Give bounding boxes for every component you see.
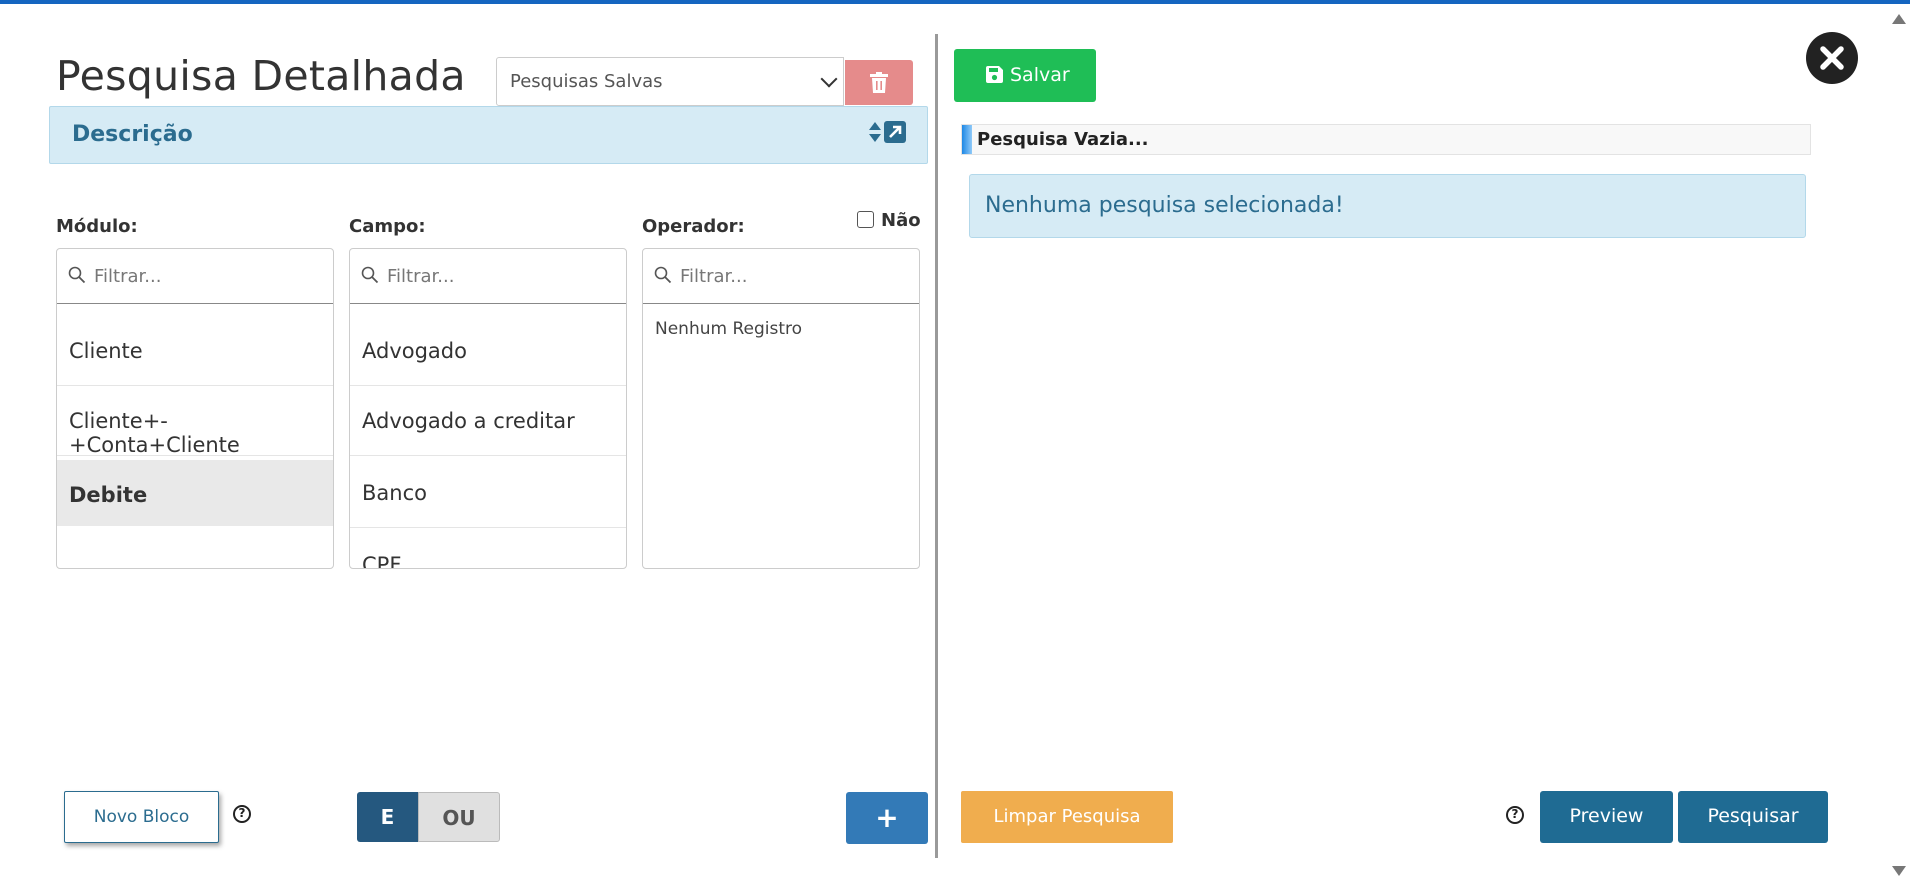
sort-expand-icon[interactable]: [869, 120, 907, 150]
delete-saved-search-button[interactable]: [845, 60, 913, 105]
module-filter-placeholder: Filtrar...: [94, 266, 162, 287]
help-icon[interactable]: ?: [1506, 806, 1524, 824]
info-message: Nenhuma pesquisa selecionada!: [985, 193, 1344, 218]
search-icon: [361, 266, 379, 284]
module-list-item[interactable]: Cliente+-+Conta+Cliente: [57, 386, 333, 457]
logic-or-toggle[interactable]: OU: [418, 792, 500, 842]
save-icon: [986, 66, 1003, 83]
module-filter-input[interactable]: Filtrar...: [57, 249, 333, 304]
clear-search-button[interactable]: Limpar Pesquisa: [961, 791, 1173, 843]
scroll-down-arrow[interactable]: [1892, 866, 1906, 876]
panel-divider: [935, 34, 938, 858]
preview-button[interactable]: Preview: [1540, 791, 1673, 843]
operator-filter-input[interactable]: Filtrar...: [643, 249, 919, 304]
module-list-item[interactable]: Cliente: [57, 316, 333, 386]
search-title: Pesquisa Vazia...: [977, 129, 1149, 150]
search-button[interactable]: Pesquisar: [1678, 791, 1828, 843]
scroll-up-arrow[interactable]: [1892, 14, 1906, 24]
field-filter-placeholder: Filtrar...: [387, 266, 455, 287]
search-icon: [654, 266, 672, 284]
search-header-accent: [962, 125, 972, 154]
module-list-item-selected[interactable]: Debite: [57, 460, 333, 526]
search-query-header: Pesquisa Vazia...: [961, 124, 1811, 155]
field-list: Filtrar... Advogado Advogado a creditar …: [349, 248, 627, 569]
top-accent-bar: [0, 0, 1910, 4]
operator-list: Filtrar... Nenhum Registro: [642, 248, 920, 569]
operator-label: Operador:: [642, 216, 745, 237]
saved-searches-select-value: Pesquisas Salvas: [510, 71, 663, 92]
save-label: Salvar: [1010, 64, 1070, 86]
trash-icon: [870, 72, 888, 93]
info-alert: Nenhuma pesquisa selecionada!: [969, 174, 1806, 238]
search-icon: [68, 266, 86, 284]
close-button[interactable]: [1806, 32, 1858, 84]
field-list-item[interactable]: Banco: [350, 458, 626, 528]
field-list-item[interactable]: Advogado a creditar: [350, 386, 626, 456]
saved-searches-select[interactable]: Pesquisas Salvas: [496, 57, 844, 106]
close-icon: [1820, 46, 1844, 70]
chevron-down-icon: [820, 70, 838, 88]
page-title: Pesquisa Detalhada: [56, 52, 466, 100]
operator-empty-text: Nenhum Registro: [655, 319, 803, 339]
field-list-item[interactable]: Advogado: [350, 316, 626, 386]
new-block-button[interactable]: Novo Bloco: [64, 791, 219, 843]
negate-label: Não: [881, 210, 921, 231]
help-icon[interactable]: ?: [233, 805, 251, 823]
module-list: Filtrar... Cliente Cliente+-+Conta+Clien…: [56, 248, 334, 569]
description-bar[interactable]: Descrição: [49, 106, 928, 164]
field-list-item[interactable]: CPF: [350, 530, 626, 568]
description-label: Descrição: [72, 122, 193, 147]
negate-checkbox[interactable]: [857, 211, 874, 228]
operator-filter-placeholder: Filtrar...: [680, 266, 748, 287]
field-label: Campo:: [349, 216, 426, 237]
field-filter-input[interactable]: Filtrar...: [350, 249, 626, 304]
save-button[interactable]: Salvar: [954, 49, 1096, 102]
add-condition-button[interactable]: +: [846, 792, 928, 844]
module-label: Módulo:: [56, 216, 138, 237]
logic-and-toggle[interactable]: E: [357, 792, 418, 842]
